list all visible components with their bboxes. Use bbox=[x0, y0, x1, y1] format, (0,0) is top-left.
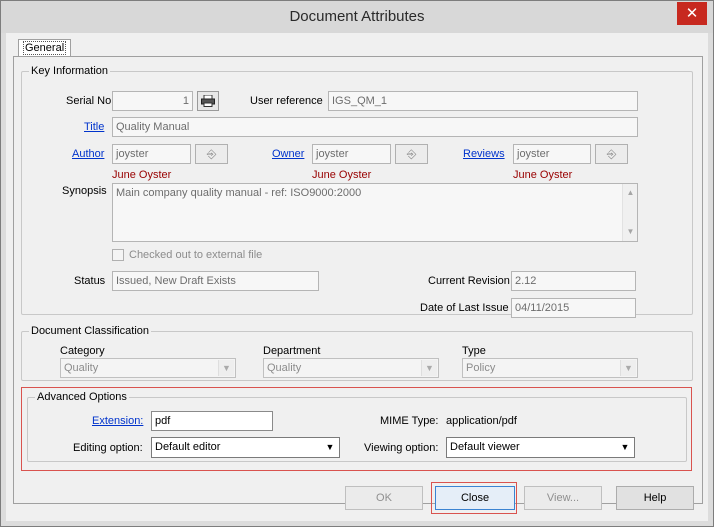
category-value: Quality bbox=[64, 362, 99, 374]
checked-out-checkbox[interactable] bbox=[112, 249, 124, 261]
owner-name: June Oyster bbox=[312, 169, 372, 181]
owner-picker-button[interactable]: ⎆ bbox=[395, 144, 428, 164]
department-label: Department bbox=[263, 345, 321, 357]
user-picker-icon: ⎆ bbox=[406, 147, 417, 161]
scroll-up-icon[interactable]: ▲ bbox=[623, 186, 638, 200]
window-title: Document Attributes bbox=[289, 8, 425, 25]
owner-link[interactable]: Owner bbox=[272, 147, 304, 161]
extension-link[interactable]: Extension: bbox=[92, 414, 143, 428]
type-value: Policy bbox=[466, 362, 496, 374]
serial-no-field: 1 bbox=[112, 91, 193, 111]
reviews-field: joyster bbox=[513, 144, 591, 164]
window-close-button[interactable]: ✕ bbox=[677, 2, 707, 25]
category-select[interactable]: Quality ▼ bbox=[60, 358, 236, 378]
tab-general-label: General bbox=[23, 41, 67, 55]
general-tab-panel: Key Information Serial No 1 User referen… bbox=[13, 56, 703, 504]
chevron-down-icon: ▼ bbox=[421, 360, 437, 376]
current-revision-field: 2.12 bbox=[511, 271, 636, 291]
printer-icon bbox=[201, 94, 215, 107]
user-picker-icon: ⎆ bbox=[606, 147, 617, 161]
mime-type-value: application/pdf bbox=[446, 415, 517, 427]
department-value: Quality bbox=[267, 362, 302, 374]
key-information-legend: Key Information bbox=[29, 64, 111, 78]
status-field: Issued, New Draft Exists bbox=[112, 271, 319, 291]
document-classification-legend: Document Classification bbox=[29, 324, 151, 338]
chevron-down-icon: ▼ bbox=[325, 442, 335, 452]
viewing-option-select[interactable]: Default viewer ▼ bbox=[446, 437, 635, 458]
reviews-picker-button[interactable]: ⎆ bbox=[595, 144, 628, 164]
tab-general[interactable]: General bbox=[18, 39, 72, 57]
document-classification-group: Document Classification Category Quality… bbox=[21, 324, 693, 381]
chevron-down-icon: ▼ bbox=[620, 360, 636, 376]
title-link[interactable]: Title bbox=[84, 120, 104, 134]
help-button[interactable]: Help bbox=[616, 486, 694, 510]
reviews-link[interactable]: Reviews bbox=[463, 147, 505, 161]
synopsis-textarea[interactable]: Main company quality manual - ref: ISO90… bbox=[112, 183, 638, 242]
type-label: Type bbox=[462, 345, 486, 357]
chevron-down-icon: ▼ bbox=[218, 360, 234, 376]
owner-field: joyster bbox=[312, 144, 391, 164]
department-select[interactable]: Quality ▼ bbox=[263, 358, 439, 378]
title-field: Quality Manual bbox=[112, 117, 638, 137]
category-label: Category bbox=[60, 345, 105, 357]
document-attributes-dialog: Document Attributes ✕ General Key Inform… bbox=[0, 0, 714, 527]
checked-out-label: Checked out to external file bbox=[129, 249, 263, 261]
synopsis-text: Main company quality manual - ref: ISO90… bbox=[116, 187, 362, 199]
current-revision-label: Current Revision bbox=[428, 275, 510, 287]
status-label: Status bbox=[74, 275, 106, 287]
mime-type-label: MIME Type: bbox=[380, 415, 439, 427]
author-link[interactable]: Author bbox=[72, 147, 104, 161]
chevron-down-icon: ▼ bbox=[620, 442, 630, 452]
serial-no-label: Serial No bbox=[66, 95, 112, 107]
scroll-down-icon[interactable]: ▼ bbox=[623, 225, 638, 239]
dialog-client-area: General Key Information Serial No 1 User… bbox=[6, 33, 708, 521]
title-bar: Document Attributes ✕ bbox=[1, 1, 713, 33]
user-reference-field: IGS_QM_1 bbox=[328, 91, 638, 111]
author-field: joyster bbox=[112, 144, 191, 164]
editing-option-select[interactable]: Default editor ▼ bbox=[151, 437, 340, 458]
synopsis-label: Synopsis bbox=[62, 185, 107, 197]
date-of-last-issue-label: Date of Last Issue bbox=[420, 302, 509, 314]
advanced-options-legend: Advanced Options bbox=[35, 390, 129, 404]
extension-input[interactable]: pdf bbox=[151, 411, 273, 431]
viewing-option-label: Viewing option: bbox=[364, 442, 439, 454]
editing-option-label: Editing option: bbox=[73, 442, 143, 454]
author-picker-button[interactable]: ⎆ bbox=[195, 144, 228, 164]
key-information-group: Key Information Serial No 1 User referen… bbox=[21, 64, 693, 318]
print-button[interactable] bbox=[197, 91, 219, 111]
close-button[interactable]: Close bbox=[435, 486, 515, 510]
reviews-name: June Oyster bbox=[513, 169, 573, 181]
viewing-option-value: Default viewer bbox=[450, 441, 520, 453]
type-select[interactable]: Policy ▼ bbox=[462, 358, 638, 378]
user-reference-label: User reference bbox=[250, 95, 323, 107]
view-button[interactable]: View... bbox=[524, 486, 602, 510]
advanced-options-group: Advanced Options Extension: pdf MIME Typ… bbox=[27, 390, 687, 462]
user-picker-icon: ⎆ bbox=[206, 147, 217, 161]
editing-option-value: Default editor bbox=[155, 441, 221, 453]
ok-button[interactable]: OK bbox=[345, 486, 423, 510]
author-name: June Oyster bbox=[112, 169, 172, 181]
synopsis-scrollbar[interactable]: ▲ ▼ bbox=[622, 184, 637, 241]
date-of-last-issue-field: 04/11/2015 bbox=[511, 298, 636, 318]
